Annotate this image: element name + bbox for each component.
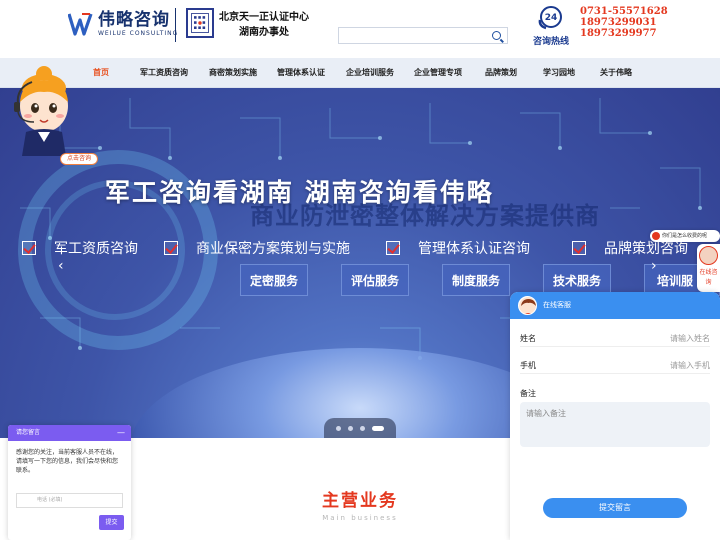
nav-item-home[interactable]: 首页 [93,67,109,78]
slide-dot[interactable] [336,425,341,431]
phone-24h-icon: 24 [538,6,562,30]
slide-dot[interactable] [372,425,384,431]
chat-submit-button[interactable]: 提交留言 [543,498,687,518]
checkmark-icon [572,241,586,255]
nav-item-enterprise-training[interactable]: 企业培训服务 [346,67,394,78]
phone-label: 手机 [520,361,536,370]
leave-message-text: 感谢您的关注，当前客服人员不在线，请填写一下您的信息，我们会尽快和您联系。 [16,449,119,474]
chat-header: 在线客服 [510,292,720,319]
slide-indicators [324,418,396,438]
site-logo[interactable]: 伟略咨询 WEILUE CONSULTING [68,10,178,38]
nav-item-learning[interactable]: 学习园地 [543,67,575,78]
name-placeholder[interactable]: 请输入姓名 [670,333,710,344]
leave-message-header: 请您留言 — [8,425,131,441]
service-tile: 制度服务 [442,264,510,296]
partner-name: 北京天一正认证中心 湖南办事处 [219,12,309,38]
checkmark-icon [164,241,178,255]
agent-avatar [699,246,718,265]
nav-item-management-certification[interactable]: 管理体系认证 [277,67,325,78]
banner-prev-arrow[interactable]: ‹ [58,258,70,274]
banner-features: 军工资质咨询 商业保密方案策划与实施 管理体系认证咨询 品牌策划咨询 [22,238,720,260]
nav-item-management-special[interactable]: 企业管理专项 [414,67,462,78]
main-nav: 首页 军工资质咨询 商密策划实施 管理体系认证 企业培训服务 企业管理专项 品牌… [0,58,720,88]
slide-dot[interactable] [360,425,365,431]
header-divider [175,8,176,42]
partner-seal-icon [186,8,214,38]
feature-item: 商业保密方案策划与实施 [164,238,350,258]
hotline-badge: 24 [545,13,558,23]
phone-number[interactable]: 18973299977 [580,28,668,39]
leave-message-widget: 请您留言 — 感谢您的关注，当前客服人员不在线，请填写一下您的信息，我们会尽快和… [8,425,131,540]
chat-widget: 在线客服 姓名 请输入姓名 手机 请输入手机 备注 请输入备注 提交留言 [510,292,720,540]
note-textarea[interactable]: 请输入备注 [520,402,710,447]
online-consult-tab[interactable]: 在线咨询 [697,244,720,292]
feature-item: 管理体系认证咨询 [386,238,530,258]
note-label: 备注 [520,389,536,398]
checkmark-icon [386,241,400,255]
search-icon[interactable] [492,31,501,40]
minimize-icon[interactable]: — [117,425,125,441]
nav-item-commercial-secrets[interactable]: 商密策划实施 [209,67,257,78]
mascot-girl-icon [14,66,68,156]
logo-english-name: WEILUE CONSULTING [98,30,179,37]
leave-message-title: 请您留言 [16,429,41,436]
search-input[interactable] [338,27,508,44]
banner-title: 军工咨询看湖南 湖南咨询看伟略 [105,178,494,207]
phone-number[interactable]: 0731-55571628 [580,6,668,17]
leave-message-submit-button[interactable]: 提交 [99,515,124,530]
phone-placeholder[interactable]: 请输入手机 [670,360,710,371]
site-header: 伟略咨询 WEILUE CONSULTING 北京天一正认证中心 湖南办事处 2… [0,0,720,58]
service-tile: 定密服务 [240,264,308,296]
nav-item-about[interactable]: 关于伟略 [600,67,632,78]
nav-item-military-qualification[interactable]: 军工资质咨询 [140,67,188,78]
name-field[interactable]: 姓名 请输入姓名 [520,333,710,347]
feature-item: 军工资质咨询 [22,238,138,258]
agent-avatar-icon [519,297,536,314]
slide-dot[interactable] [348,425,353,431]
phone-field[interactable]: 手机 请输入手机 [520,360,710,374]
logo-w-icon [68,13,93,36]
banner-next-arrow[interactable]: › [651,258,663,274]
phone-field[interactable]: 电话 (必填) [16,493,123,508]
online-consult-label: 在线咨询 [699,269,718,286]
phone-number[interactable]: 18973299031 [580,17,668,28]
consult-button[interactable]: 点击咨询 [60,153,98,165]
support-mascot[interactable]: 点击咨询 [4,58,98,165]
hotline-label: 咨询热线 [533,37,570,47]
chat-title: 在线客服 [543,301,571,309]
nav-item-brand-planning[interactable]: 品牌策划 [485,67,517,78]
hotline-numbers: 0731-55571628 18973299031 18973299977 [580,6,668,39]
name-label: 姓名 [520,334,536,343]
service-tile: 评估服务 [341,264,409,296]
chat-prompt-bubble[interactable]: 你们是怎么收费的呢 [650,230,720,242]
agent-avatar [518,296,537,315]
checkmark-icon [22,241,36,255]
logo-chinese-name: 伟略咨询 [98,10,170,30]
